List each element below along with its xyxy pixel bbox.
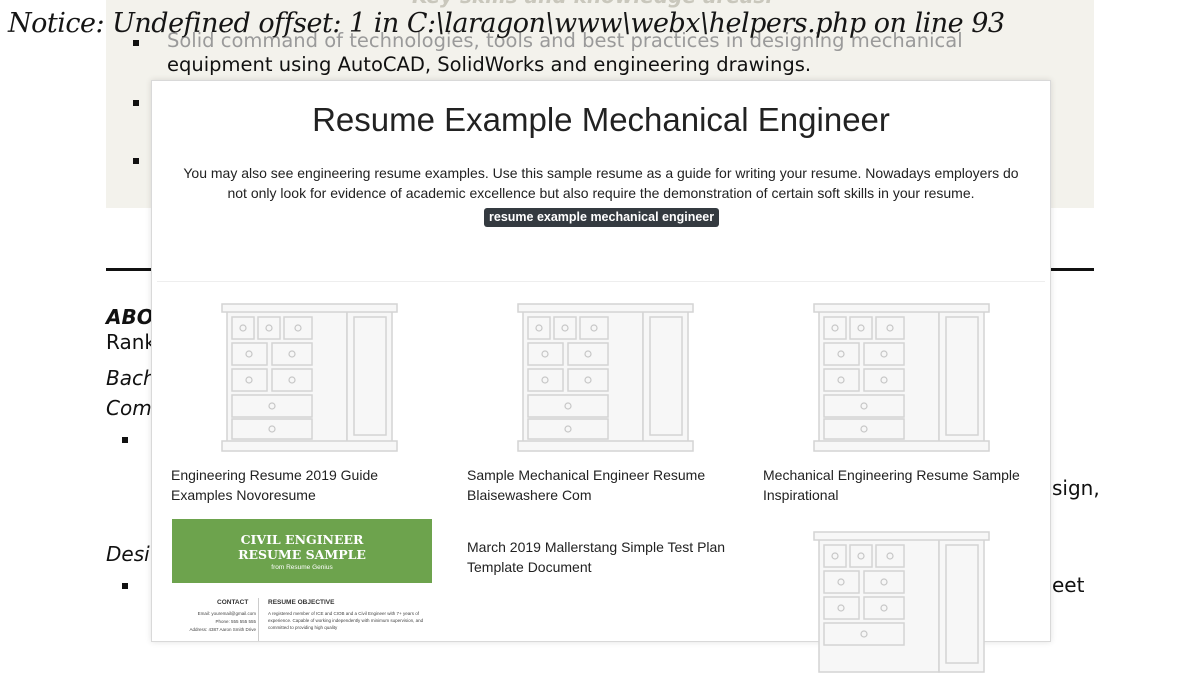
civil-contact-phone: Phone: 555 555 555: [215, 619, 256, 624]
dresser-icon: [813, 303, 990, 452]
modal-description: You may also see engineering resume exam…: [183, 165, 1019, 201]
bullet-marker: [133, 100, 139, 106]
card-5-title[interactable]: March 2019 Mallerstang Simple Test Plan …: [467, 537, 737, 577]
modal-divider: [157, 281, 1045, 282]
card-2-image[interactable]: [468, 299, 728, 459]
modal-title: Resume Example Mechanical Engineer: [312, 101, 890, 138]
dresser-icon: [221, 303, 398, 452]
dresser-icon: [517, 303, 694, 452]
civil-objective-text: A registered member of ICE and CIOB and …: [268, 611, 424, 630]
about-heading: ABO: [106, 305, 154, 329]
card-1-image[interactable]: [172, 299, 432, 459]
civil-objective-label: RESUME OBJECTIVE: [268, 599, 335, 606]
civil-contact-label: CONTACT: [217, 599, 249, 606]
card-3-image[interactable]: [764, 299, 1024, 459]
php-error-notice: Notice: Undefined offset: 1 in C:\larago…: [8, 8, 1005, 39]
card-2-title[interactable]: Sample Mechanical Engineer Resume Blaise…: [467, 465, 737, 505]
sign-text: sign,: [1052, 476, 1100, 500]
card-6-image[interactable]: [764, 527, 1024, 687]
civil-column-divider: [258, 598, 259, 641]
civil-engineer-resume-thumbnail[interactable]: CIVIL ENGINEER RESUME SAMPLE from Resume…: [172, 519, 432, 641]
bullet-marker: [122, 583, 128, 589]
civil-thumb-header: CIVIL ENGINEER RESUME SAMPLE from Resume…: [172, 519, 432, 583]
civil-contact-email: Email: youremail@gmail.com: [197, 611, 256, 616]
rank-text: Rank: [106, 330, 156, 354]
civil-thumb-subheading: from Resume Genius: [271, 564, 333, 571]
card-3-title[interactable]: Mechanical Engineering Resume Sample Ins…: [763, 465, 1033, 505]
bullet-marker: [122, 437, 128, 443]
dresser-icon: [813, 531, 990, 673]
eet-text: eet: [1052, 573, 1085, 597]
bach-text: Bach: [106, 366, 156, 390]
bullet-marker: [133, 40, 139, 46]
card-1-title[interactable]: Engineering Resume 2019 Guide Examples N…: [171, 465, 441, 505]
skills-bullet-line-2: equipment using AutoCAD, SolidWorks and …: [167, 53, 812, 76]
bullet-marker: [133, 158, 139, 164]
desi-text: Desi: [106, 542, 150, 566]
civil-thumb-heading-1: CIVIL ENGINEER: [240, 532, 364, 547]
keyword-tag[interactable]: resume example mechanical engineer: [484, 208, 720, 227]
com-text: Com: [106, 396, 152, 420]
skills-heading: Key skills and knowledge areas:: [412, 0, 773, 8]
gallery-modal: Resume Example Mechanical Engineer You m…: [151, 80, 1051, 673]
civil-thumb-heading-2: RESUME SAMPLE: [238, 547, 366, 562]
